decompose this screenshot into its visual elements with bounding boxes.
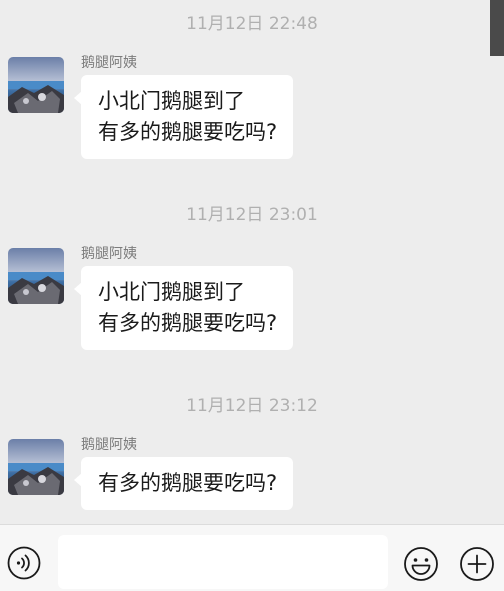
- input-bar: [0, 524, 504, 591]
- avatar[interactable]: [8, 248, 64, 304]
- message-bubble[interactable]: 有多的鹅腿要吃吗?: [73, 457, 294, 510]
- message-line: 有多的鹅腿要吃吗?: [98, 120, 278, 144]
- emoji-icon: [404, 547, 438, 581]
- voice-button[interactable]: [7, 546, 41, 580]
- avatar-image: [8, 439, 64, 495]
- sender-name: 鹅腿阿姨: [81, 437, 137, 453]
- timestamp: 11月12日 23:12: [186, 396, 318, 416]
- message-line: 有多的鹅腿要吃吗?: [98, 311, 278, 335]
- avatar-image: [8, 248, 64, 304]
- message-line: 小北门鹅腿到了: [98, 89, 245, 113]
- avatar[interactable]: [8, 439, 64, 495]
- sender-name: 鹅腿阿姨: [81, 55, 137, 71]
- plus-button[interactable]: [459, 546, 495, 582]
- timestamp: 11月12日 22:48: [186, 14, 318, 34]
- sender-name: 鹅腿阿姨: [81, 246, 137, 262]
- message-line: 小北门鹅腿到了: [98, 280, 245, 304]
- plus-icon: [460, 547, 494, 581]
- voice-icon: [7, 546, 41, 580]
- message-line: 有多的鹅腿要吃吗?: [98, 471, 278, 495]
- message-bubble[interactable]: 小北门鹅腿到了 有多的鹅腿要吃吗?: [73, 266, 294, 350]
- avatar-image: [8, 57, 64, 113]
- avatar[interactable]: [8, 57, 64, 113]
- message-input[interactable]: [58, 535, 388, 589]
- timestamp: 11月12日 23:01: [186, 205, 318, 225]
- message-bubble[interactable]: 小北门鹅腿到了 有多的鹅腿要吃吗?: [73, 75, 294, 159]
- emoji-button[interactable]: [403, 546, 439, 582]
